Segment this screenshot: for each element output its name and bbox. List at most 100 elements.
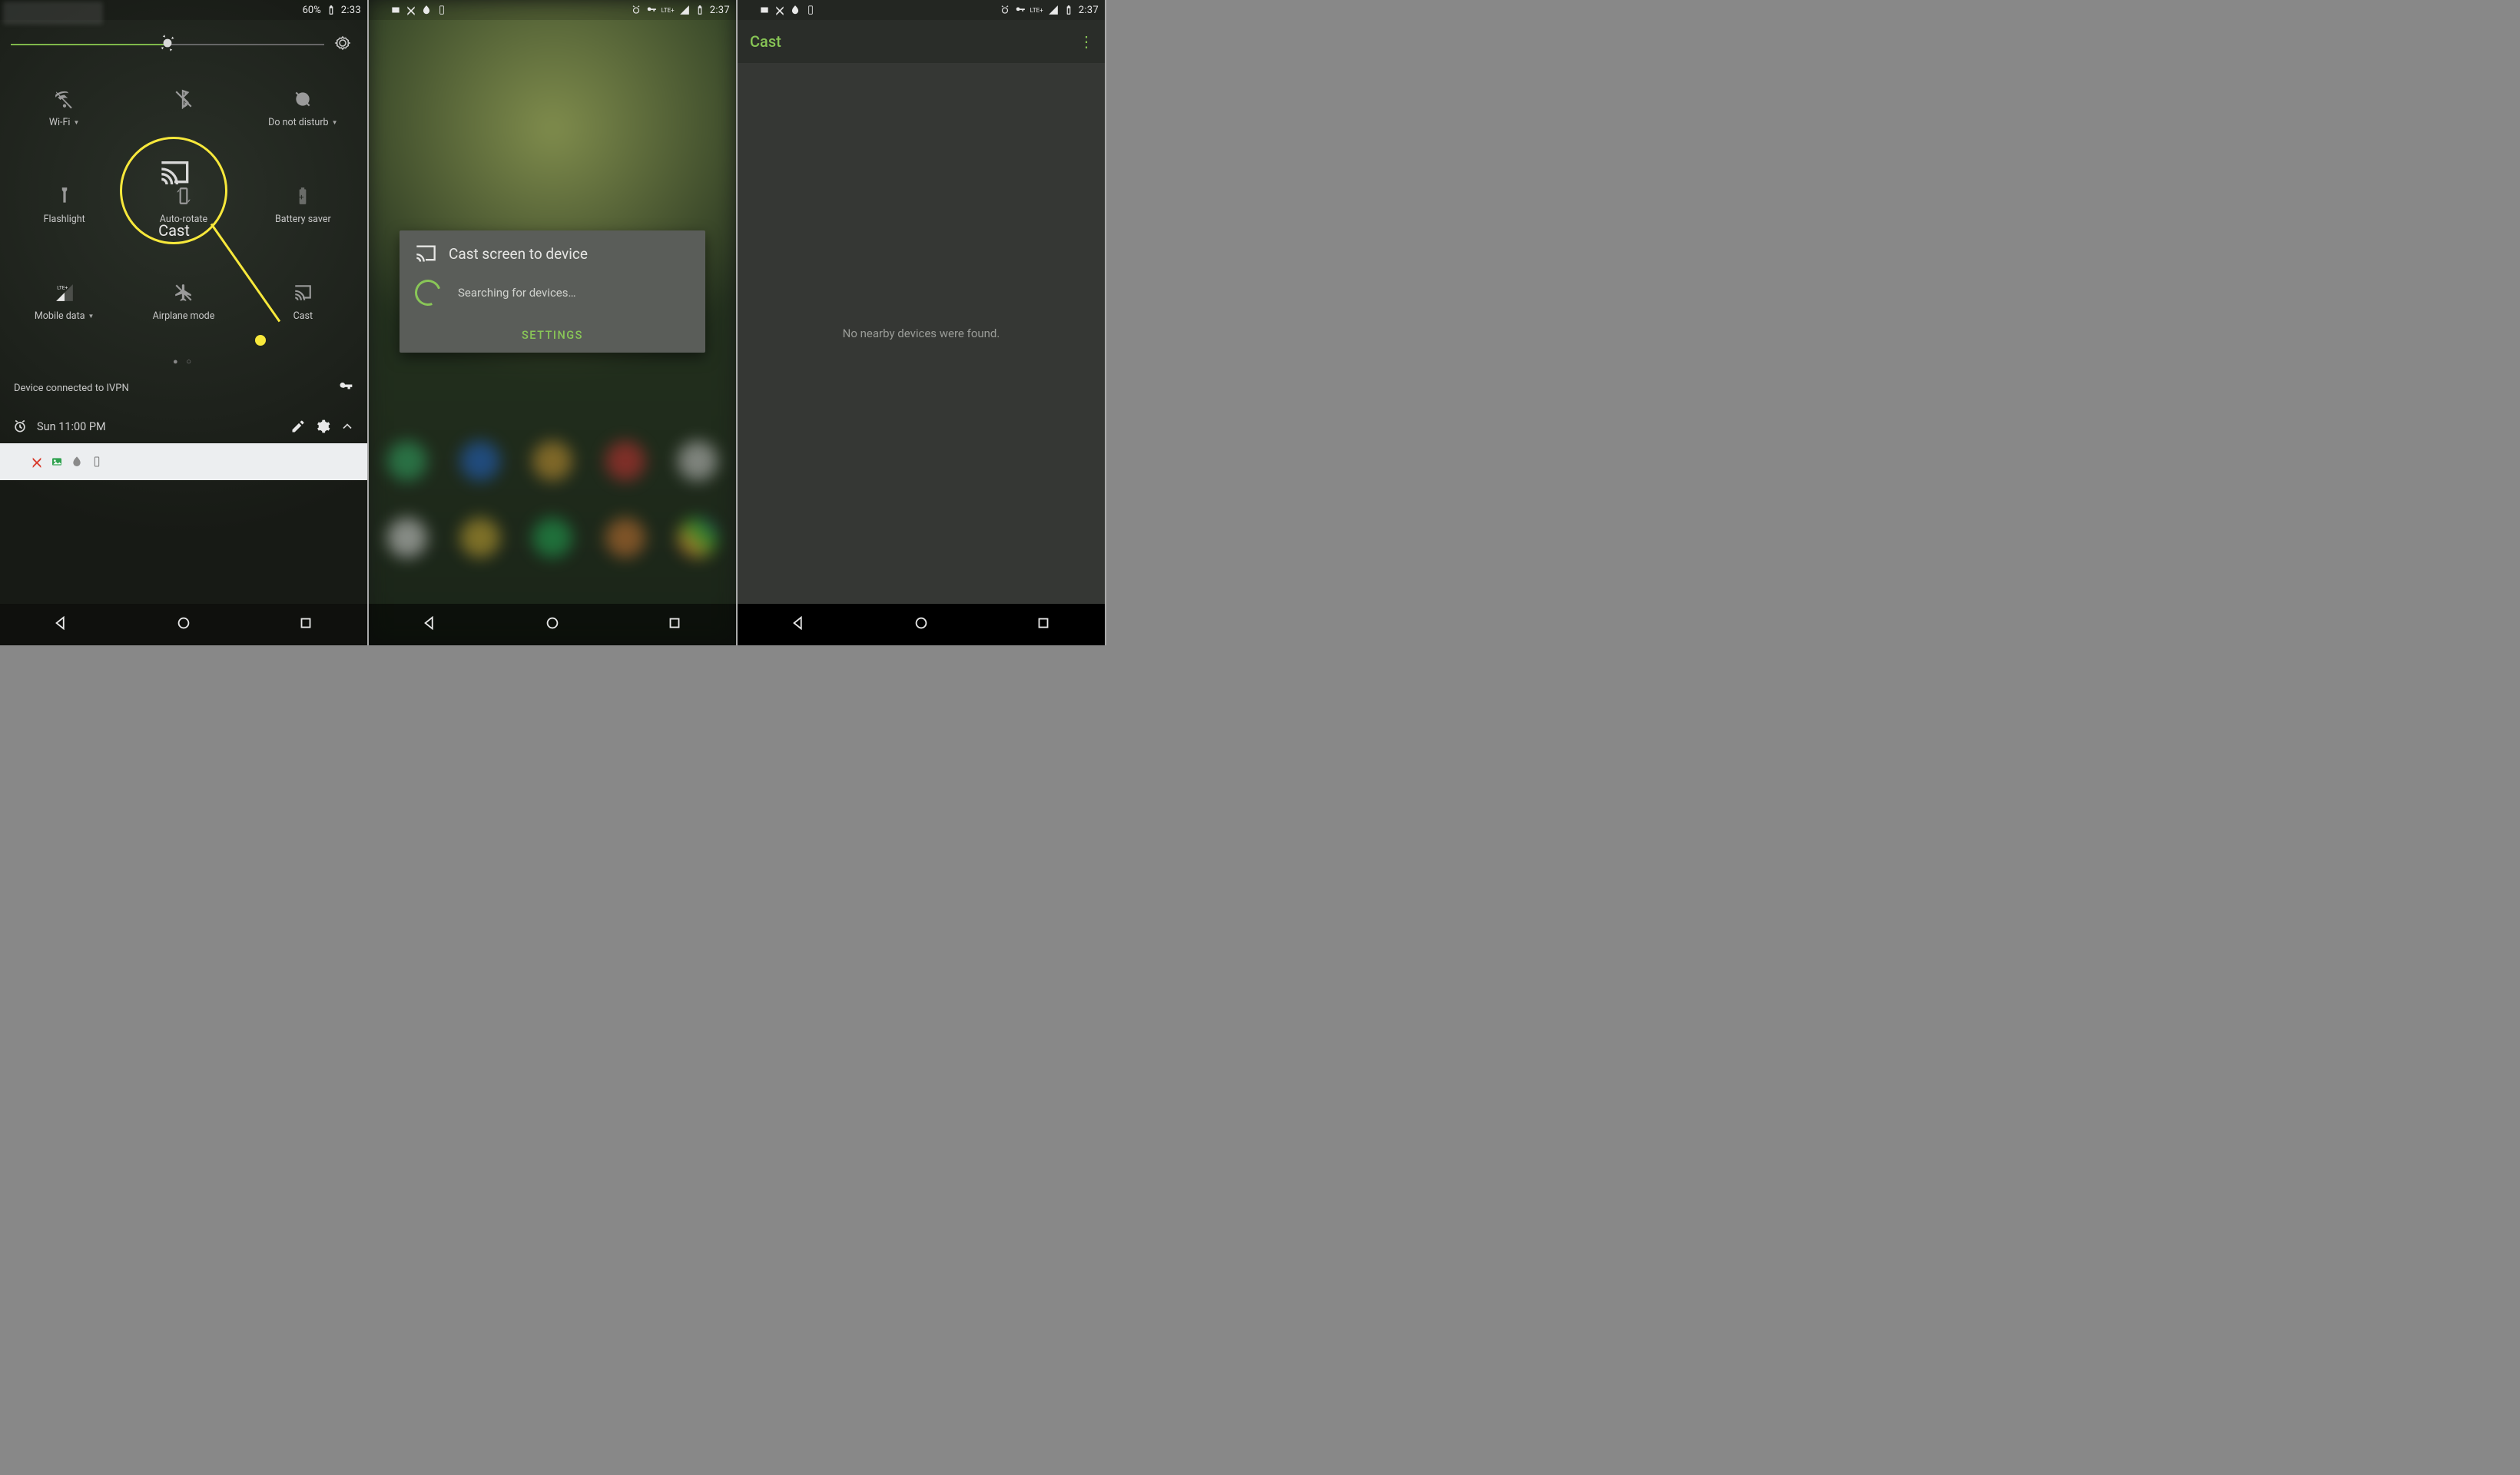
chevron-down-icon: ▼ bbox=[88, 313, 94, 320]
page-title: Cast bbox=[750, 32, 781, 51]
key-icon bbox=[646, 5, 657, 15]
key-icon bbox=[338, 379, 353, 397]
svg-text:LTE+: LTE+ bbox=[57, 284, 68, 290]
tile-label: Cast bbox=[293, 310, 313, 322]
brightness-icon[interactable] bbox=[158, 33, 177, 56]
device-icon bbox=[805, 5, 816, 15]
tile-label: Flashlight bbox=[44, 214, 85, 225]
alarm-row[interactable]: Sun 11:00 PM bbox=[0, 409, 367, 443]
dnd-off-icon bbox=[293, 89, 313, 109]
status-time: 2:37 bbox=[710, 5, 730, 16]
signal-icon bbox=[679, 5, 690, 15]
device-icon bbox=[436, 5, 447, 15]
leaf-icon bbox=[421, 5, 432, 15]
photos-icon bbox=[390, 5, 401, 15]
phone-cast-dialog: LTE+ 2:37 Cast screen to device Searchin… bbox=[369, 0, 738, 645]
airplane-off-icon bbox=[174, 283, 194, 303]
flashlight-icon bbox=[55, 186, 75, 206]
tile-label: Airplane mode bbox=[153, 310, 215, 322]
photos-icon bbox=[51, 456, 63, 468]
status-bar: LTE+ 2:37 bbox=[369, 0, 736, 20]
battery-icon bbox=[695, 5, 705, 15]
cast-icon bbox=[415, 244, 436, 263]
app-icon bbox=[774, 5, 785, 15]
status-time: 2:37 bbox=[1079, 5, 1099, 16]
settings-button[interactable]: SETTINGS bbox=[400, 317, 705, 353]
edit-icon[interactable] bbox=[290, 419, 306, 434]
cast-device-list: No nearby devices were found. bbox=[738, 63, 1105, 604]
key-icon bbox=[1015, 5, 1026, 15]
page-indicator: ● ○ bbox=[0, 356, 367, 366]
back-button[interactable] bbox=[53, 615, 70, 635]
voicemail-icon bbox=[744, 5, 754, 15]
tile-flashlight[interactable]: Flashlight bbox=[5, 169, 124, 241]
phone-cast-settings: LTE+ 2:37 Cast ⋮ No nearby devices were … bbox=[738, 0, 1106, 645]
tile-cast[interactable]: Cast bbox=[244, 266, 363, 338]
tile-label: Do not disturb bbox=[268, 117, 328, 128]
signal-icon: LTE+ bbox=[55, 283, 75, 303]
dialog-title: Cast screen to device bbox=[449, 245, 588, 263]
leaf-icon bbox=[790, 5, 801, 15]
recents-button[interactable] bbox=[297, 615, 314, 635]
navigation-bar bbox=[369, 604, 736, 645]
network-label: LTE+ bbox=[662, 7, 675, 14]
voicemail-icon bbox=[375, 5, 386, 15]
home-button[interactable] bbox=[913, 615, 930, 635]
empty-message: No nearby devices were found. bbox=[843, 326, 1000, 340]
chevron-down-icon: ▼ bbox=[73, 119, 79, 126]
spinner-icon bbox=[410, 275, 445, 310]
app-icon bbox=[406, 5, 416, 15]
recents-button[interactable] bbox=[1035, 615, 1052, 635]
auto-brightness-icon[interactable] bbox=[333, 34, 352, 55]
searching-text: Searching for devices… bbox=[458, 286, 576, 300]
tile-dnd[interactable]: Do not disturb ▼ bbox=[244, 72, 363, 144]
tile-label: Mobile data bbox=[35, 310, 85, 322]
alarm-time: Sun 11:00 PM bbox=[37, 420, 106, 433]
photos-icon bbox=[759, 5, 770, 15]
app-bar: Cast ⋮ bbox=[738, 20, 1105, 63]
vpn-status-text: Device connected to IVPN bbox=[14, 383, 129, 394]
redaction-blur bbox=[3, 2, 103, 25]
signal-icon bbox=[1048, 5, 1059, 15]
brightness-slider[interactable] bbox=[11, 44, 324, 45]
battery-icon bbox=[326, 5, 337, 15]
overflow-menu-icon[interactable]: ⋮ bbox=[1079, 32, 1093, 51]
notification-tray[interactable] bbox=[0, 443, 367, 480]
highlight-circle bbox=[120, 137, 227, 244]
navigation-bar bbox=[0, 604, 367, 645]
battery-icon bbox=[1063, 5, 1074, 15]
network-label: LTE+ bbox=[1030, 7, 1043, 14]
alarm-icon bbox=[631, 5, 642, 15]
tile-battery-saver[interactable]: Battery saver bbox=[244, 169, 363, 241]
vpn-status-row[interactable]: Device connected to IVPN bbox=[0, 366, 367, 409]
gear-icon[interactable] bbox=[315, 419, 330, 434]
tile-airplane[interactable]: Airplane mode bbox=[124, 266, 243, 338]
back-button[interactable] bbox=[791, 615, 807, 635]
settings-label: SETTINGS bbox=[522, 329, 583, 342]
status-bar: LTE+ 2:37 bbox=[738, 0, 1105, 20]
highlight-dot bbox=[255, 335, 266, 346]
tile-bluetooth-cast-combo[interactable]: . bbox=[124, 72, 243, 144]
phone-quick-settings: 60% 2:33 Wi-Fi▼ . bbox=[0, 0, 369, 645]
home-button[interactable] bbox=[544, 615, 561, 635]
tile-wifi[interactable]: Wi-Fi▼ bbox=[5, 72, 124, 144]
bluetooth-off-icon bbox=[174, 89, 194, 109]
back-button[interactable] bbox=[422, 615, 439, 635]
wifi-off-icon bbox=[55, 89, 75, 109]
app-icon-red bbox=[31, 456, 43, 468]
device-icon bbox=[91, 456, 103, 468]
tile-label: Wi-Fi bbox=[49, 117, 71, 128]
battery-saver-icon bbox=[293, 186, 313, 206]
battery-percent: 60% bbox=[303, 5, 321, 16]
home-button[interactable] bbox=[175, 615, 192, 635]
tile-mobile-data[interactable]: LTE+ Mobile data▼ bbox=[5, 266, 124, 338]
home-apps-blur bbox=[369, 423, 736, 576]
brightness-slider-row bbox=[0, 20, 367, 58]
recents-button[interactable] bbox=[666, 615, 683, 635]
status-time: 2:33 bbox=[341, 5, 361, 16]
cast-icon bbox=[293, 283, 313, 303]
chevron-down-icon: ▼ bbox=[332, 119, 338, 126]
chevron-up-icon[interactable] bbox=[340, 419, 355, 434]
navigation-bar bbox=[738, 604, 1105, 645]
voicemail-icon bbox=[11, 456, 23, 468]
